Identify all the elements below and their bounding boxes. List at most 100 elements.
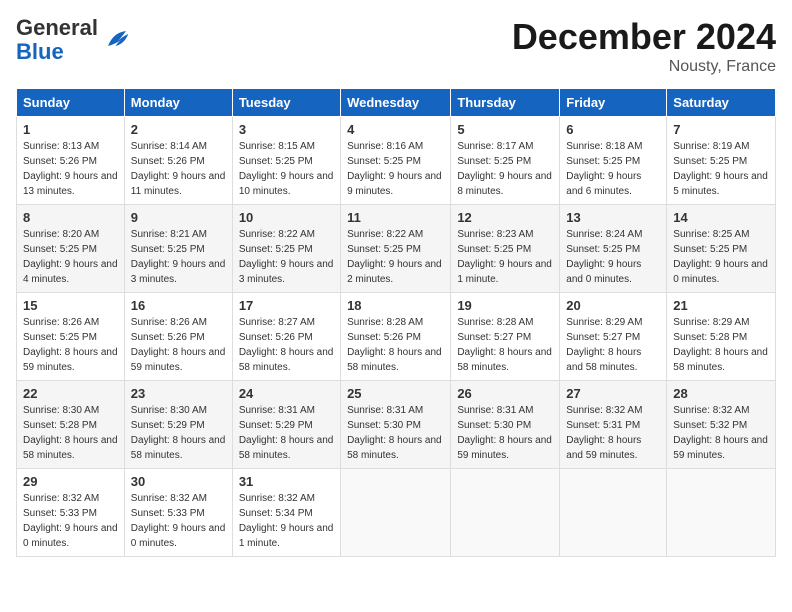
day-info: Sunrise: 8:16 AM Sunset: 5:25 PM Dayligh… [347, 139, 444, 199]
day-info: Sunrise: 8:32 AM Sunset: 5:33 PM Dayligh… [23, 491, 118, 551]
day-info: Sunrise: 8:29 AM Sunset: 5:28 PM Dayligh… [673, 315, 769, 375]
logo-text: General Blue [16, 16, 98, 64]
day-info: Sunrise: 8:27 AM Sunset: 5:26 PM Dayligh… [239, 315, 334, 375]
calendar-cell: 3 Sunrise: 8:15 AM Sunset: 5:25 PM Daylig… [232, 117, 340, 205]
calendar-cell: 8Sunrise: 8:20 AM Sunset: 5:25 PM Daylig… [17, 205, 125, 293]
calendar-cell [341, 469, 451, 557]
day-info: Sunrise: 8:32 AM Sunset: 5:33 PM Dayligh… [131, 491, 226, 551]
day-info: Sunrise: 8:23 AM Sunset: 5:25 PM Dayligh… [457, 227, 553, 287]
day-number: 14 [673, 210, 769, 225]
day-info: Sunrise: 8:28 AM Sunset: 5:26 PM Dayligh… [347, 315, 444, 375]
calendar-cell: 12 Sunrise: 8:23 AM Sunset: 5:25 PM Dayli… [451, 205, 560, 293]
day-number: 11 [347, 210, 444, 225]
calendar-cell: 14Sunrise: 8:25 AM Sunset: 5:25 PM Dayli… [667, 205, 776, 293]
calendar-cell: 5Sunrise: 8:17 AM Sunset: 5:25 PM Daylig… [451, 117, 560, 205]
logo: General Blue [16, 16, 132, 64]
calendar-week-row: 29 Sunrise: 8:32 AM Sunset: 5:33 PM Dayli… [17, 469, 776, 557]
calendar-cell [451, 469, 560, 557]
day-info: Sunrise: 8:17 AM Sunset: 5:25 PM Dayligh… [457, 139, 553, 199]
day-number: 22 [23, 386, 118, 401]
day-number: 4 [347, 122, 444, 137]
calendar-table: SundayMondayTuesdayWednesdayThursdayFrid… [16, 88, 776, 557]
calendar-cell: 23 Sunrise: 8:30 AM Sunset: 5:29 PM Dayli… [124, 381, 232, 469]
calendar-cell: 2 Sunrise: 8:14 AM Sunset: 5:26 PM Daylig… [124, 117, 232, 205]
day-number: 1 [23, 122, 118, 137]
calendar-cell: 22 Sunrise: 8:30 AM Sunset: 5:28 PM Dayli… [17, 381, 125, 469]
day-header-sunday: Sunday [17, 89, 125, 117]
day-info: Sunrise: 8:28 AM Sunset: 5:27 PM Dayligh… [457, 315, 553, 375]
day-number: 6 [566, 122, 660, 137]
day-number: 10 [239, 210, 334, 225]
calendar-cell: 6 Sunrise: 8:18 AM Sunset: 5:25 PM Daylig… [560, 117, 667, 205]
day-info: Sunrise: 8:18 AM Sunset: 5:25 PM Dayligh… [566, 139, 660, 199]
calendar-week-row: 22 Sunrise: 8:30 AM Sunset: 5:28 PM Dayli… [17, 381, 776, 469]
day-number: 12 [457, 210, 553, 225]
day-header-monday: Monday [124, 89, 232, 117]
day-info: Sunrise: 8:29 AM Sunset: 5:27 PM Dayligh… [566, 315, 660, 375]
calendar-cell: 21Sunrise: 8:29 AM Sunset: 5:28 PM Dayli… [667, 293, 776, 381]
calendar-week-row: 1 Sunrise: 8:13 AM Sunset: 5:26 PM Daylig… [17, 117, 776, 205]
day-info: Sunrise: 8:19 AM Sunset: 5:25 PM Dayligh… [673, 139, 769, 199]
day-number: 3 [239, 122, 334, 137]
day-number: 20 [566, 298, 660, 313]
calendar-cell: 24 Sunrise: 8:31 AM Sunset: 5:29 PM Dayli… [232, 381, 340, 469]
calendar-week-row: 15Sunrise: 8:26 AM Sunset: 5:25 PM Dayli… [17, 293, 776, 381]
header-row: SundayMondayTuesdayWednesdayThursdayFrid… [17, 89, 776, 117]
calendar-cell: 7Sunrise: 8:19 AM Sunset: 5:25 PM Daylig… [667, 117, 776, 205]
day-number: 9 [131, 210, 226, 225]
calendar-cell: 17 Sunrise: 8:27 AM Sunset: 5:26 PM Dayli… [232, 293, 340, 381]
calendar-cell: 19 Sunrise: 8:28 AM Sunset: 5:27 PM Dayli… [451, 293, 560, 381]
calendar-cell: 10Sunrise: 8:22 AM Sunset: 5:25 PM Dayli… [232, 205, 340, 293]
calendar-week-row: 8Sunrise: 8:20 AM Sunset: 5:25 PM Daylig… [17, 205, 776, 293]
calendar-cell: 30Sunrise: 8:32 AM Sunset: 5:33 PM Dayli… [124, 469, 232, 557]
month-title: December 2024 [512, 16, 776, 58]
day-number: 13 [566, 210, 660, 225]
calendar-cell: 16Sunrise: 8:26 AM Sunset: 5:26 PM Dayli… [124, 293, 232, 381]
day-info: Sunrise: 8:32 AM Sunset: 5:31 PM Dayligh… [566, 403, 660, 463]
day-number: 18 [347, 298, 444, 313]
day-number: 31 [239, 474, 334, 489]
calendar-cell: 4 Sunrise: 8:16 AM Sunset: 5:25 PM Daylig… [341, 117, 451, 205]
day-number: 23 [131, 386, 226, 401]
day-info: Sunrise: 8:30 AM Sunset: 5:28 PM Dayligh… [23, 403, 118, 463]
day-info: Sunrise: 8:15 AM Sunset: 5:25 PM Dayligh… [239, 139, 334, 199]
day-number: 2 [131, 122, 226, 137]
day-header-wednesday: Wednesday [341, 89, 451, 117]
day-header-tuesday: Tuesday [232, 89, 340, 117]
day-header-saturday: Saturday [667, 89, 776, 117]
day-number: 29 [23, 474, 118, 489]
day-info: Sunrise: 8:32 AM Sunset: 5:32 PM Dayligh… [673, 403, 769, 463]
day-info: Sunrise: 8:21 AM Sunset: 5:25 PM Dayligh… [131, 227, 226, 287]
location: Nousty, France [512, 58, 776, 76]
day-info: Sunrise: 8:31 AM Sunset: 5:29 PM Dayligh… [239, 403, 334, 463]
day-info: Sunrise: 8:26 AM Sunset: 5:26 PM Dayligh… [131, 315, 226, 375]
calendar-cell: 9 Sunrise: 8:21 AM Sunset: 5:25 PM Daylig… [124, 205, 232, 293]
title-section: December 2024 Nousty, France [512, 16, 776, 76]
day-info: Sunrise: 8:31 AM Sunset: 5:30 PM Dayligh… [347, 403, 444, 463]
logo-bird-icon [102, 25, 132, 55]
calendar-cell: 11 Sunrise: 8:22 AM Sunset: 5:25 PM Dayli… [341, 205, 451, 293]
day-info: Sunrise: 8:30 AM Sunset: 5:29 PM Dayligh… [131, 403, 226, 463]
calendar-cell: 28 Sunrise: 8:32 AM Sunset: 5:32 PM Dayli… [667, 381, 776, 469]
day-info: Sunrise: 8:14 AM Sunset: 5:26 PM Dayligh… [131, 139, 226, 199]
day-number: 24 [239, 386, 334, 401]
calendar-cell: 26 Sunrise: 8:31 AM Sunset: 5:30 PM Dayli… [451, 381, 560, 469]
day-number: 26 [457, 386, 553, 401]
day-info: Sunrise: 8:20 AM Sunset: 5:25 PM Dayligh… [23, 227, 118, 287]
day-number: 25 [347, 386, 444, 401]
calendar-cell: 1 Sunrise: 8:13 AM Sunset: 5:26 PM Daylig… [17, 117, 125, 205]
day-info: Sunrise: 8:13 AM Sunset: 5:26 PM Dayligh… [23, 139, 118, 199]
day-info: Sunrise: 8:24 AM Sunset: 5:25 PM Dayligh… [566, 227, 660, 287]
day-header-friday: Friday [560, 89, 667, 117]
day-info: Sunrise: 8:22 AM Sunset: 5:25 PM Dayligh… [347, 227, 444, 287]
day-header-thursday: Thursday [451, 89, 560, 117]
day-info: Sunrise: 8:32 AM Sunset: 5:34 PM Dayligh… [239, 491, 334, 551]
calendar-cell: 13 Sunrise: 8:24 AM Sunset: 5:25 PM Dayli… [560, 205, 667, 293]
day-number: 19 [457, 298, 553, 313]
day-info: Sunrise: 8:31 AM Sunset: 5:30 PM Dayligh… [457, 403, 553, 463]
day-number: 28 [673, 386, 769, 401]
calendar-cell: 18 Sunrise: 8:28 AM Sunset: 5:26 PM Dayli… [341, 293, 451, 381]
day-number: 15 [23, 298, 118, 313]
page-header: General Blue December 2024 Nousty, Franc… [16, 16, 776, 76]
day-number: 17 [239, 298, 334, 313]
